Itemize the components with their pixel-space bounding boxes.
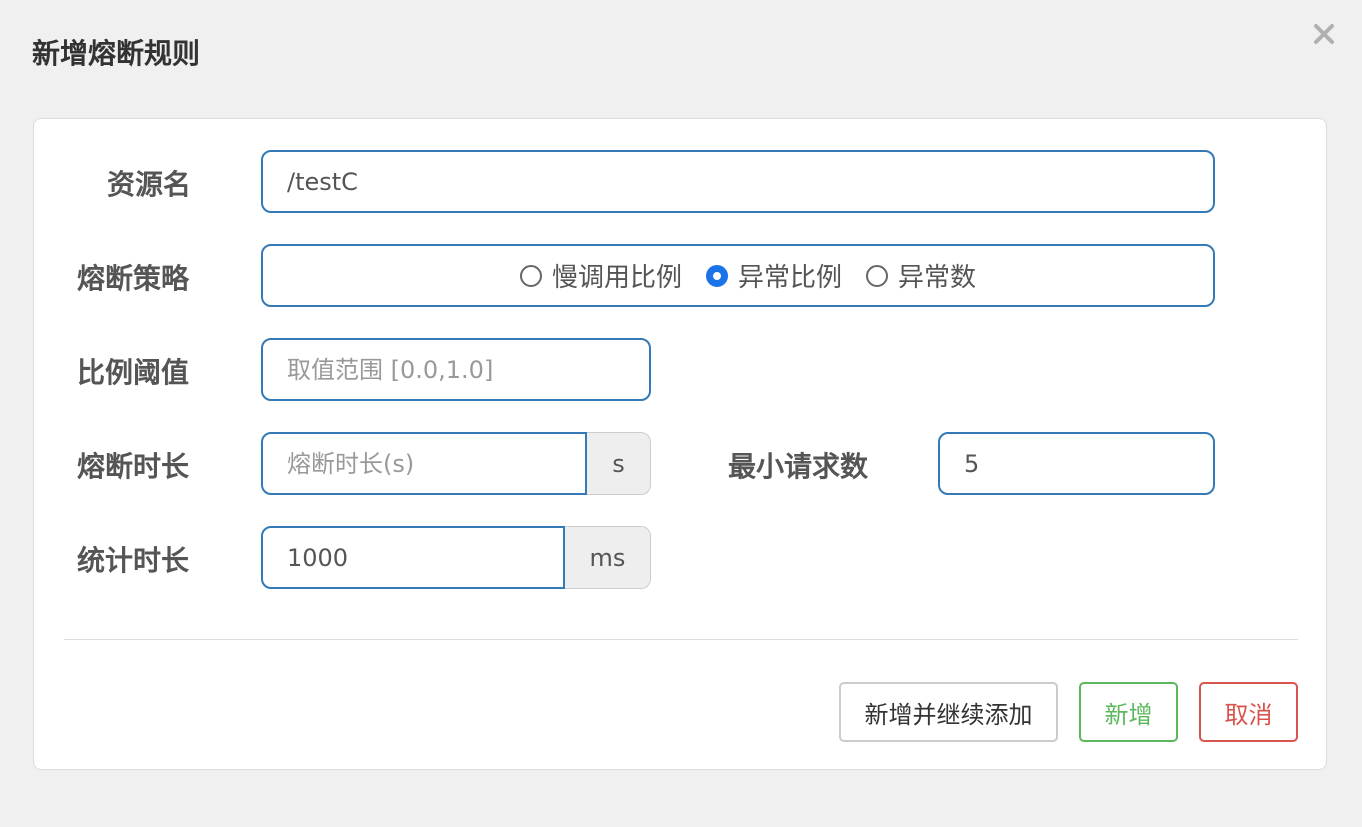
radio-circle-icon — [866, 264, 888, 287]
close-icon — [1314, 24, 1334, 44]
stat-duration-input[interactable] — [261, 526, 565, 589]
resource-input[interactable] — [261, 150, 1215, 213]
radio-circle-icon — [519, 264, 542, 287]
min-requests-label: 最小请求数 — [728, 450, 869, 483]
break-duration-unit: s — [587, 432, 651, 495]
radio-error-count[interactable]: 异常数 — [866, 257, 976, 294]
radio-error-ratio[interactable]: 异常比例 — [705, 257, 842, 294]
resource-label: 资源名 — [107, 168, 192, 201]
ratio-threshold-input[interactable] — [261, 338, 651, 401]
radio-slow-ratio[interactable]: 慢调用比例 — [519, 257, 682, 294]
stat-duration-unit: ms — [565, 526, 651, 589]
breaker-rule-dialog: 新增熔断规则 资源名 熔断策略 慢调用比例 异常比例 异常数 — [0, 0, 1362, 827]
dialog-title: 新增熔断规则 — [32, 37, 201, 70]
radio-label-error-count: 异常数 — [898, 263, 977, 293]
min-requests-input[interactable] — [938, 432, 1215, 495]
close-button[interactable] — [1306, 16, 1342, 52]
break-duration-input[interactable] — [261, 432, 587, 495]
stat-duration-label: 统计时长 — [77, 544, 190, 577]
break-duration-label: 熔断时长 — [77, 450, 190, 483]
radio-label-slow-ratio: 慢调用比例 — [551, 263, 682, 293]
radio-checked-icon — [705, 264, 728, 287]
form-divider — [64, 639, 1298, 640]
form-panel: 资源名 熔断策略 慢调用比例 异常比例 异常数 比例阈值 熔断时长 s 最小 — [33, 118, 1327, 770]
strategy-label: 熔断策略 — [77, 262, 190, 295]
add-button[interactable]: 新增 — [1079, 682, 1178, 742]
cancel-button[interactable]: 取消 — [1199, 682, 1298, 742]
ratio-threshold-label: 比例阈值 — [77, 356, 190, 389]
radio-label-error-ratio: 异常比例 — [737, 263, 842, 293]
strategy-radio-group: 慢调用比例 异常比例 异常数 — [261, 244, 1215, 307]
add-and-continue-button[interactable]: 新增并继续添加 — [839, 682, 1058, 742]
